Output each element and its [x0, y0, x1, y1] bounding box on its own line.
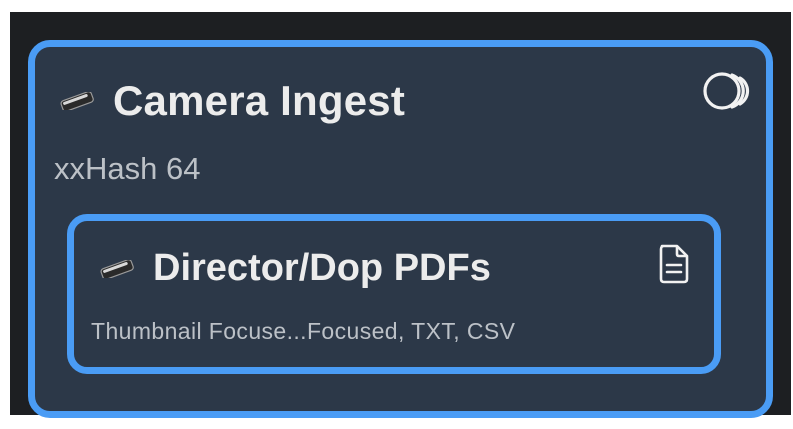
- director-dop-pdfs-title-row: Director/Dop PDFs: [99, 247, 491, 290]
- camera-ingest-title-row: Camera Ingest: [59, 77, 405, 125]
- camera-ingest-card[interactable]: Camera Ingest xxHash 64 Director/Dop PDF…: [28, 40, 773, 418]
- drive-icon: [60, 92, 94, 110]
- director-dop-pdfs-title: Director/Dop PDFs: [153, 247, 491, 289]
- document-icon[interactable]: [658, 243, 690, 285]
- drive-icon: [100, 259, 134, 278]
- director-dop-pdfs-formats-label: Thumbnail Focuse...Focused, TXT, CSV: [91, 318, 516, 344]
- director-dop-pdfs-card[interactable]: Director/Dop PDFs Thumbnail Focuse...Foc…: [67, 214, 721, 374]
- panel-background: Camera Ingest xxHash 64 Director/Dop PDF…: [10, 12, 791, 418]
- camera-ingest-title: Camera Ingest: [113, 77, 406, 124]
- sync-rings-icon[interactable]: [702, 69, 754, 113]
- camera-ingest-hash-label: xxHash 64: [54, 151, 201, 186]
